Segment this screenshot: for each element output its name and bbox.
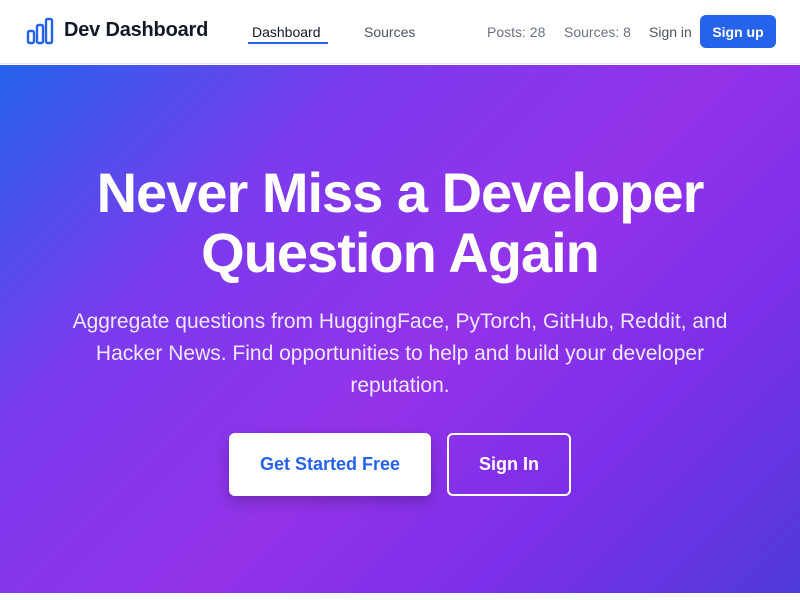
hero-subtitle-line: reputation. [350, 374, 450, 397]
active-nav-indicator [248, 42, 328, 44]
get-started-button[interactable]: Get Started Free [229, 433, 431, 496]
signup-button[interactable]: Sign up [700, 15, 776, 48]
posts-count: Posts: 28 [487, 24, 546, 40]
page-bottom-edge [0, 593, 800, 600]
hero-section: Never Miss a Developer Question Again Ag… [0, 65, 800, 593]
hero-subtitle-line: Hacker News. Find opportunities to help … [95, 342, 705, 365]
brand-name[interactable]: Dev Dashboard [64, 19, 208, 42]
hero-signin-button[interactable]: Sign In [447, 433, 571, 496]
hero-title: Never Miss a Developer Question Again [0, 163, 800, 283]
hero-title-line: Never Miss a Developer [96, 161, 705, 224]
top-navbar: Dev Dashboard Dashboard Sources Posts: 2… [0, 0, 800, 64]
signin-link[interactable]: Sign in [649, 24, 692, 40]
hero-title-line: Question Again [201, 221, 600, 284]
nav-link-sources[interactable]: Sources [364, 24, 415, 40]
bar-chart-icon[interactable] [26, 17, 54, 45]
hero-subtitle: Aggregate questions from HuggingFace, Py… [40, 306, 760, 402]
hero-subtitle-line: Aggregate questions from HuggingFace, Py… [72, 310, 728, 333]
sources-count: Sources: 8 [564, 24, 631, 40]
nav-link-dashboard[interactable]: Dashboard [252, 24, 321, 40]
